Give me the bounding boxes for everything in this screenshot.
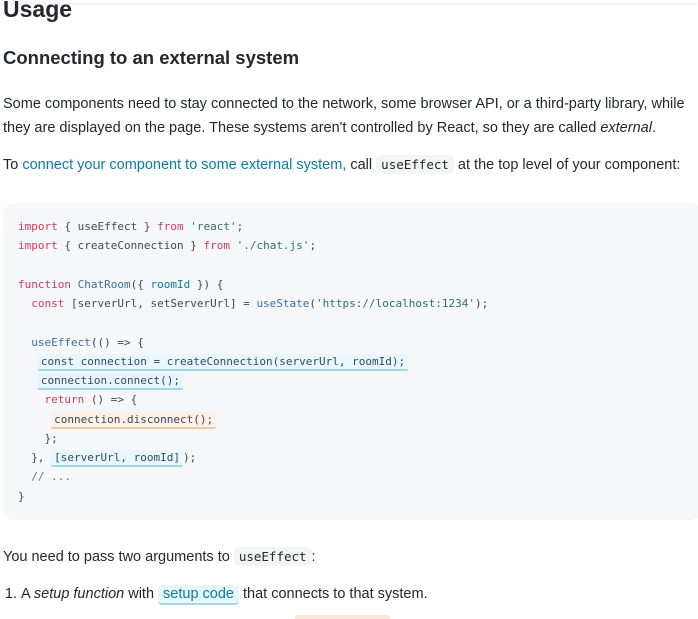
heading-connecting-external-system: Connecting to an external system bbox=[3, 47, 300, 68]
arguments-list: A setup function with setup code that co… bbox=[3, 582, 428, 606]
setup-code-pill: setup code bbox=[158, 585, 239, 605]
cleanup-code-pill-peek bbox=[295, 615, 390, 619]
highlight-cleanup-code: connection.disconnect(); bbox=[51, 411, 217, 429]
highlight-setup-code-line-1: const connection = createConnection(serv… bbox=[37, 353, 409, 371]
usage-paragraph: To connect your component to some extern… bbox=[3, 155, 681, 174]
top-nav-bar-edge bbox=[0, 0, 698, 3]
list-item: A setup function with setup code that co… bbox=[21, 582, 428, 606]
inline-code-useeffect: useEffect bbox=[376, 155, 454, 174]
arguments-paragraph: You need to pass two arguments to useEff… bbox=[3, 547, 316, 566]
highlight-dependencies: [serverUrl, roomId] bbox=[51, 450, 183, 467]
code-block: import { useEffect } from 'react'; impor… bbox=[3, 203, 698, 520]
external-system-link[interactable]: connect your component to some external … bbox=[22, 157, 346, 173]
code-text[interactable]: import { useEffect } from 'react'; impor… bbox=[18, 217, 488, 506]
inline-code-useeffect-2: useEffect bbox=[233, 547, 312, 566]
highlight-setup-code-line-2: connection.connect(); bbox=[37, 373, 183, 390]
heading-usage: Usage bbox=[3, 0, 73, 22]
intro-paragraph: Some components need to stay connected t… bbox=[3, 96, 685, 136]
